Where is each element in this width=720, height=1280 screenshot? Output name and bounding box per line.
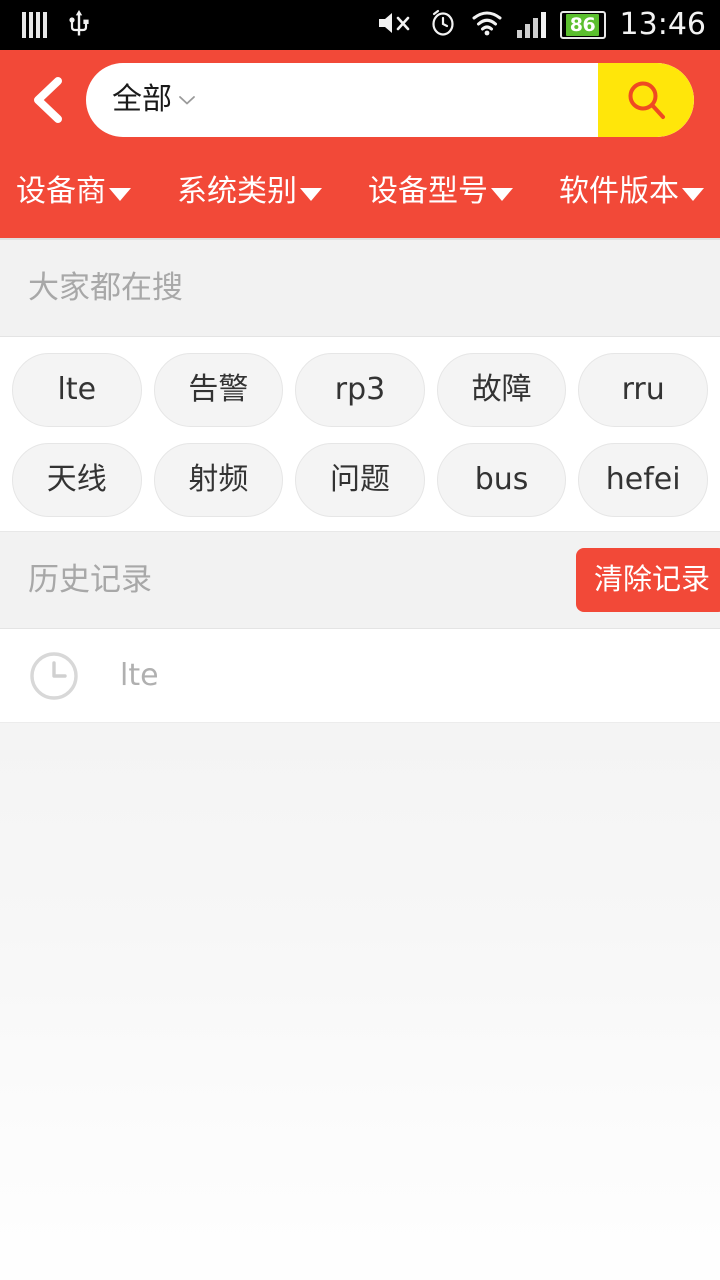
hot-tag[interactable]: 射频 xyxy=(153,443,284,517)
chevron-down-icon xyxy=(179,96,195,105)
search-bar: 全部 xyxy=(0,50,720,150)
empty-content-area xyxy=(0,723,720,1280)
hot-tag[interactable]: lte xyxy=(12,353,142,427)
hot-tag[interactable]: 告警 xyxy=(153,353,284,427)
hot-tag[interactable]: hefei xyxy=(578,443,708,517)
battery-level: 86 xyxy=(565,14,600,36)
filter-label: 系统类别 xyxy=(177,174,297,209)
caret-down-icon xyxy=(491,188,513,201)
mute-icon xyxy=(377,10,415,40)
caret-down-icon xyxy=(682,188,704,201)
clear-history-button[interactable]: 清除记录 xyxy=(575,548,720,612)
filter-label: 设备型号 xyxy=(368,174,488,209)
filter-system-category[interactable]: 系统类别 xyxy=(177,175,322,209)
back-button[interactable] xyxy=(18,64,80,136)
battery-icon: 86 xyxy=(559,11,606,39)
signal-icon xyxy=(516,12,546,38)
hot-searches-title: 大家都在搜 xyxy=(28,270,183,306)
status-bar: 86 13:46 xyxy=(0,0,720,50)
history-list-item[interactable]: lte xyxy=(0,629,720,723)
filter-label: 软件版本 xyxy=(559,174,679,209)
tag-row: lte 告警 rp3 故障 rru xyxy=(6,353,714,427)
hot-tag[interactable]: 天线 xyxy=(12,443,142,517)
caret-down-icon xyxy=(109,188,131,201)
status-bar-right: 86 13:46 xyxy=(377,9,706,41)
search-scope-label: 全部 xyxy=(112,82,172,117)
search-input-field[interactable]: 全部 xyxy=(86,63,694,137)
hot-searches-tags: lte 告警 rp3 故障 rru 天线 射频 问题 bus hefei xyxy=(0,337,720,532)
search-scope-selector[interactable]: 全部 xyxy=(86,83,598,117)
history-title: 历史记录 xyxy=(28,562,152,598)
hot-searches-header: 大家都在搜 xyxy=(0,240,720,337)
search-submit-button[interactable] xyxy=(598,63,694,137)
hot-tag[interactable]: rru xyxy=(578,353,708,427)
status-bar-left xyxy=(22,8,91,42)
history-item-label: lte xyxy=(120,657,159,693)
search-screen: 86 13:46 全部 设备商 系统类别 设备型号 软件版本 大家都在搜 lte… xyxy=(0,0,720,1280)
usb-icon xyxy=(67,8,91,42)
caret-down-icon xyxy=(300,188,322,201)
search-icon xyxy=(628,81,665,119)
wifi-icon xyxy=(471,10,503,40)
status-bar-clock: 13:46 xyxy=(619,7,706,42)
clock-icon xyxy=(30,651,78,700)
hot-tag[interactable]: rp3 xyxy=(295,353,425,427)
alarm-icon xyxy=(429,9,457,41)
filter-bar: 设备商 系统类别 设备型号 软件版本 xyxy=(0,150,720,240)
back-chevron-icon xyxy=(34,77,62,123)
hot-tag[interactable]: 问题 xyxy=(295,443,425,517)
filter-device-model[interactable]: 设备型号 xyxy=(368,175,513,209)
filter-software-version[interactable]: 软件版本 xyxy=(559,175,704,209)
hot-tag[interactable]: bus xyxy=(436,443,567,517)
sim-bars-icon xyxy=(22,12,47,38)
tag-row: 天线 射频 问题 bus hefei xyxy=(6,443,714,517)
filter-device-vendor[interactable]: 设备商 xyxy=(16,175,131,209)
history-header: 历史记录 清除记录 xyxy=(0,532,720,629)
hot-tag[interactable]: 故障 xyxy=(436,353,567,427)
filter-label: 设备商 xyxy=(16,174,106,209)
